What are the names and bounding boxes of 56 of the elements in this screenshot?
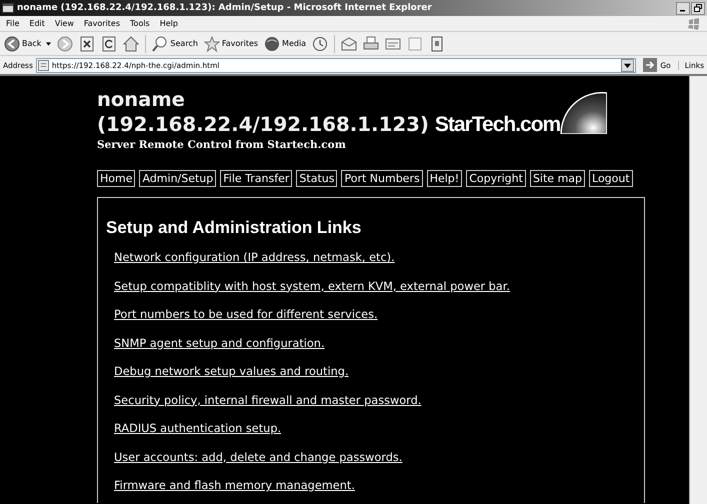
minimize-button[interactable] bbox=[676, 2, 690, 14]
mail-icon[interactable] bbox=[341, 36, 358, 52]
nav-link[interactable]: Site map bbox=[530, 170, 586, 187]
scrollbar[interactable] bbox=[689, 76, 707, 504]
favorites-button[interactable]: Favorites bbox=[204, 36, 258, 52]
nav-link[interactable]: Admin/Setup bbox=[139, 170, 216, 187]
print-icon[interactable] bbox=[363, 36, 380, 52]
menu-item[interactable]: File bbox=[6, 19, 20, 28]
restore-icon bbox=[694, 4, 702, 12]
browser-icon bbox=[2, 2, 14, 14]
caret-icon bbox=[624, 62, 632, 68]
search-icon bbox=[152, 36, 168, 52]
menu-item[interactable]: View bbox=[54, 19, 74, 28]
caret-icon bbox=[46, 42, 52, 46]
setup-link[interactable]: Setup compatiblity with host system, extern KVM, external power bar. bbox=[114, 280, 510, 292]
forward-button[interactable] bbox=[57, 36, 74, 52]
globe-icon bbox=[264, 36, 280, 52]
nav-link[interactable]: Home bbox=[97, 170, 136, 187]
restore-button[interactable] bbox=[691, 2, 705, 14]
setup-link[interactable]: Firmware and flash memory management. bbox=[114, 479, 355, 492]
dropdown-button[interactable] bbox=[621, 58, 634, 72]
setup-link[interactable]: Security policy, internal firewall and master password. bbox=[114, 394, 422, 406]
page-title: (192.168.22.4/192.168.1.123) bbox=[97, 113, 429, 137]
setup-link[interactable]: Port numbers to be used for different services. bbox=[114, 308, 378, 321]
menu-item[interactable]: Help bbox=[160, 19, 178, 28]
home-icon[interactable] bbox=[123, 36, 140, 52]
nav-link[interactable]: Port Numbers bbox=[341, 170, 423, 187]
nav-link[interactable]: Status bbox=[296, 170, 338, 187]
edit-icon[interactable] bbox=[385, 36, 402, 52]
setup-link[interactable]: User accounts: add, delete and change passwords. bbox=[114, 450, 402, 464]
windows-logo-icon bbox=[687, 18, 701, 30]
menu-item[interactable]: Edit bbox=[29, 19, 45, 28]
search-button[interactable]: Search bbox=[152, 36, 198, 52]
setup-link[interactable]: RADIUS authentication setup. bbox=[114, 422, 282, 435]
nav-link[interactable]: Copyright bbox=[466, 170, 526, 187]
messenger-icon[interactable] bbox=[429, 36, 446, 52]
nav-link[interactable]: File Transfer bbox=[220, 170, 292, 187]
media-button[interactable]: Media bbox=[264, 36, 306, 52]
logo-text: StarTech.com bbox=[434, 114, 560, 136]
setup-link[interactable]: SNMP agent setup and configuration. bbox=[114, 336, 325, 350]
nav-link[interactable]: Help! bbox=[426, 170, 462, 187]
page-icon bbox=[38, 60, 49, 70]
nav-link[interactable]: Logout bbox=[589, 170, 633, 187]
refresh-icon[interactable] bbox=[101, 36, 118, 52]
setup-link[interactable]: Network configuration (IP address, netmask, etc). bbox=[114, 251, 395, 264]
page-subtitle: Server Remote Control from Startech.com bbox=[97, 139, 347, 152]
setup-link[interactable]: Debug network setup values and routing. bbox=[114, 365, 349, 378]
stop-icon[interactable] bbox=[79, 36, 96, 52]
back-button[interactable]: Back bbox=[4, 36, 52, 52]
history-icon[interactable] bbox=[312, 36, 328, 52]
menu-item[interactable]: Tools bbox=[130, 19, 150, 28]
page-title: noname bbox=[97, 90, 186, 110]
section-title: Setup and Administration Links bbox=[106, 218, 362, 238]
star-icon bbox=[204, 36, 220, 52]
menu-item[interactable]: Favorites bbox=[84, 19, 120, 28]
window-title: noname (192.168.22.4/192.168.1.123): Admin/Setup - Microsoft Internet Explorer bbox=[17, 3, 433, 13]
